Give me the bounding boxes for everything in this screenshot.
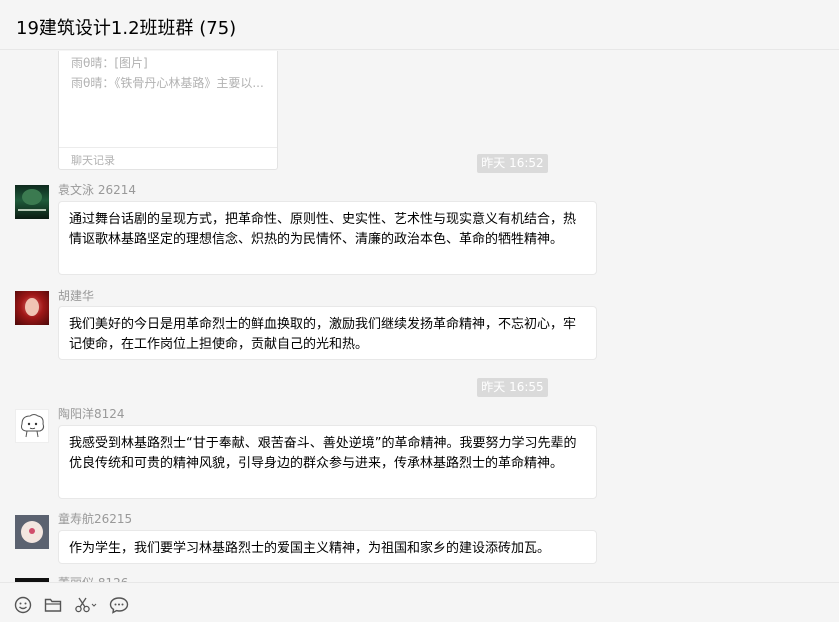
divider bbox=[59, 147, 277, 148]
sender-name: 童寿航26215 bbox=[58, 512, 133, 526]
doll-avatar[interactable] bbox=[15, 515, 49, 549]
landscape-avatar[interactable] bbox=[15, 185, 49, 219]
sender-name: 陶阳洋8124 bbox=[58, 407, 125, 421]
chat-record-footer: 聊天记录 bbox=[71, 154, 115, 167]
sender-name: 董丽仪 8126 bbox=[58, 574, 128, 582]
folder-icon[interactable] bbox=[42, 595, 64, 615]
chat-record-card[interactable]: 雨θ晴：[图片] 雨θ晴：《铁骨丹心林基路》主要以... 聊天记录 bbox=[58, 51, 278, 170]
emoji-icon[interactable] bbox=[12, 595, 34, 615]
message-bubble[interactable]: 我们美好的今日是用革命烈士的鲜血换取的，激励我们继续发扬革命精神，不忘初心，牢记… bbox=[58, 306, 597, 360]
chat-record-line: 雨θ晴：[图片] bbox=[71, 56, 148, 70]
sender-name: 袁文泳 26214 bbox=[58, 183, 136, 197]
message-bubble[interactable]: 我感受到林基路烈士“甘于奉献、艰苦奋斗、善处逆境”的革命精神。我要努力学习先辈的… bbox=[58, 425, 597, 499]
scissors-icon[interactable] bbox=[73, 595, 99, 615]
group-title: 19建筑设计1.2班班群 (75) bbox=[16, 18, 237, 39]
chat-header: 19建筑设计1.2班班群 (75) bbox=[0, 0, 839, 50]
timestamp: 昨天 16:55 bbox=[477, 378, 548, 397]
chat-record-line: 雨θ晴：《铁骨丹心林基路》主要以... bbox=[71, 76, 264, 90]
message-list[interactable]: 雨θ晴：[图片] 雨θ晴：《铁骨丹心林基路》主要以... 聊天记录 昨天 16:… bbox=[0, 51, 839, 582]
chat-bubble-icon[interactable] bbox=[108, 595, 130, 615]
cartoon-sheep-avatar[interactable] bbox=[15, 409, 49, 443]
sender-name: 胡建华 bbox=[58, 289, 95, 303]
timestamp: 昨天 16:52 bbox=[477, 154, 548, 173]
message-bubble[interactable]: 通过舞台话剧的呈现方式，把革命性、原则性、史实性、艺术性与现实意义有机结合，热情… bbox=[58, 201, 597, 275]
red-portrait-avatar[interactable] bbox=[15, 291, 49, 325]
input-toolbar bbox=[0, 582, 839, 622]
message-bubble[interactable]: 作为学生，我们要学习林基路烈士的爱国主义精神，为祖国和家乡的建设添砖加瓦。 bbox=[58, 530, 597, 564]
